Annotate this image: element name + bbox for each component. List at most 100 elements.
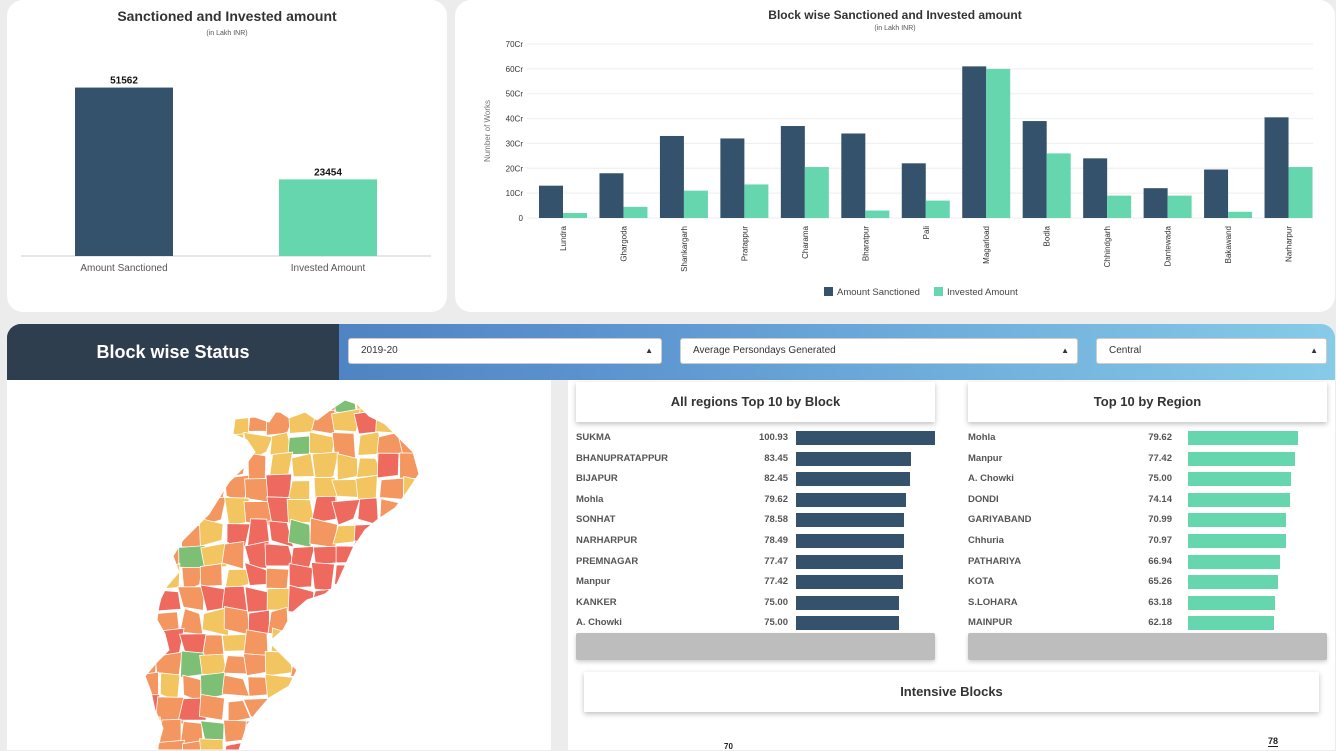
- map-block-region[interactable]: [133, 496, 157, 525]
- map-block-region[interactable]: [154, 519, 186, 548]
- map-block-region[interactable]: [134, 412, 162, 438]
- chart2-bar[interactable]: [1228, 211, 1253, 218]
- map-block-region[interactable]: [268, 693, 295, 724]
- map-block-region[interactable]: [309, 431, 336, 456]
- top-block-scrollbar[interactable]: [576, 633, 935, 660]
- map-block-region[interactable]: [336, 609, 360, 637]
- map-block-region[interactable]: [309, 654, 338, 679]
- map-block-region[interactable]: [288, 744, 315, 750]
- map-block-region[interactable]: [418, 518, 446, 542]
- map-block-region[interactable]: [418, 585, 445, 609]
- map-block-region[interactable]: [183, 432, 203, 461]
- map-block-region[interactable]: [199, 653, 228, 676]
- map-block-region[interactable]: [177, 386, 208, 413]
- map-block-region[interactable]: [396, 562, 424, 588]
- map-block-region[interactable]: [376, 386, 402, 416]
- map-block-region[interactable]: [199, 563, 223, 587]
- map-block-region[interactable]: [155, 456, 183, 480]
- map-block-region[interactable]: [399, 675, 423, 701]
- chart2-bar[interactable]: [720, 138, 745, 218]
- map-block-region[interactable]: [396, 497, 425, 527]
- map-block-region[interactable]: [265, 567, 290, 590]
- map-block-region[interactable]: [375, 738, 403, 750]
- map-block-region[interactable]: [288, 563, 314, 589]
- map-block-region[interactable]: [331, 498, 361, 526]
- map-block-region[interactable]: [354, 738, 378, 750]
- map-block-region[interactable]: [333, 739, 359, 750]
- chart2-bar[interactable]: [1204, 169, 1229, 218]
- map-block-region[interactable]: [423, 696, 446, 723]
- chart2-legend-item[interactable]: Amount Sanctioned: [824, 287, 920, 298]
- map-block-region[interactable]: [380, 518, 405, 547]
- map-block-region[interactable]: [155, 408, 181, 438]
- map-block-region[interactable]: [243, 718, 274, 745]
- map-block-region[interactable]: [356, 695, 381, 725]
- map-block-region[interactable]: [424, 564, 443, 588]
- map-block-region[interactable]: [248, 387, 270, 414]
- map-block-region[interactable]: [421, 501, 448, 526]
- map-block-region[interactable]: [376, 677, 405, 700]
- map-block-region[interactable]: [135, 540, 160, 571]
- map-block-region[interactable]: [157, 478, 185, 504]
- map-block-region[interactable]: [199, 738, 224, 750]
- map-block-region[interactable]: [379, 606, 405, 634]
- rank-row[interactable]: SONHAT 78.58: [576, 510, 936, 530]
- rank-row[interactable]: Manpur 77.42: [576, 572, 936, 592]
- map-block-region[interactable]: [423, 607, 446, 629]
- rank-row[interactable]: Mohla 79.62: [576, 490, 936, 510]
- map-block-region[interactable]: [135, 518, 160, 547]
- rank-row[interactable]: Chhuria 70.97: [968, 531, 1328, 551]
- rank-row[interactable]: A. Chowki 75.00: [968, 469, 1328, 489]
- chart2-bar[interactable]: [865, 210, 890, 218]
- map-block-region[interactable]: [333, 655, 360, 677]
- map-block-region[interactable]: [289, 720, 317, 744]
- chart2-bar[interactable]: [1046, 153, 1071, 218]
- map-block-region[interactable]: [203, 410, 228, 439]
- map-block-region[interactable]: [157, 590, 182, 612]
- region-select[interactable]: Central ▲: [1096, 338, 1327, 364]
- map-block-region[interactable]: [374, 693, 404, 724]
- rank-row[interactable]: DONDI 74.14: [968, 490, 1328, 510]
- rank-row[interactable]: KOTA 65.26: [968, 572, 1328, 592]
- map-block-region[interactable]: [155, 430, 184, 460]
- map-block-region[interactable]: [377, 563, 403, 589]
- metric-select[interactable]: Average Persondays Generated ▲: [680, 338, 1078, 364]
- chart1-bar[interactable]: [279, 179, 377, 256]
- year-select[interactable]: 2019-20 ▲: [348, 338, 662, 364]
- map-block-region[interactable]: [396, 650, 424, 674]
- map-block-region[interactable]: [332, 633, 356, 657]
- map-block-region[interactable]: [375, 412, 404, 434]
- map-block-region[interactable]: [355, 718, 383, 740]
- map-block-region[interactable]: [308, 607, 335, 635]
- chart2-bar[interactable]: [563, 213, 587, 218]
- map-block-region[interactable]: [137, 390, 159, 416]
- map-block-region[interactable]: [398, 521, 426, 548]
- map-block-region[interactable]: [292, 630, 312, 653]
- chart2-bar[interactable]: [1107, 195, 1132, 218]
- map-block-region[interactable]: [243, 738, 270, 750]
- map-block-region[interactable]: [221, 740, 252, 750]
- map-block-region[interactable]: [418, 386, 445, 415]
- chart2-bar[interactable]: [1083, 158, 1108, 218]
- chart2-bar[interactable]: [659, 135, 684, 218]
- map-block-region[interactable]: [135, 477, 161, 504]
- map-block-region[interactable]: [421, 742, 448, 750]
- rank-row[interactable]: NARHARPUR 78.49: [576, 531, 936, 551]
- map-block-region[interactable]: [177, 586, 205, 611]
- map-block-region[interactable]: [292, 387, 317, 416]
- map-block-region[interactable]: [224, 408, 250, 437]
- map-block-region[interactable]: [222, 451, 246, 480]
- map-block-region[interactable]: [247, 452, 267, 480]
- map-block-region[interactable]: [354, 540, 382, 570]
- map-block-region[interactable]: [336, 453, 358, 481]
- map-block-region[interactable]: [139, 737, 161, 750]
- chart2-bar[interactable]: [925, 200, 950, 218]
- chart1-bar[interactable]: [75, 87, 173, 256]
- map-block-region[interactable]: [200, 452, 229, 482]
- rank-row[interactable]: Mohla 79.62: [968, 428, 1328, 448]
- rank-row[interactable]: GARIYABAND 70.99: [968, 510, 1328, 530]
- map-block-region[interactable]: [399, 607, 426, 635]
- map-block-region[interactable]: [376, 651, 406, 677]
- rank-row[interactable]: KANKER 75.00: [576, 593, 936, 613]
- rank-row[interactable]: MAINPUR 62.18: [968, 613, 1328, 633]
